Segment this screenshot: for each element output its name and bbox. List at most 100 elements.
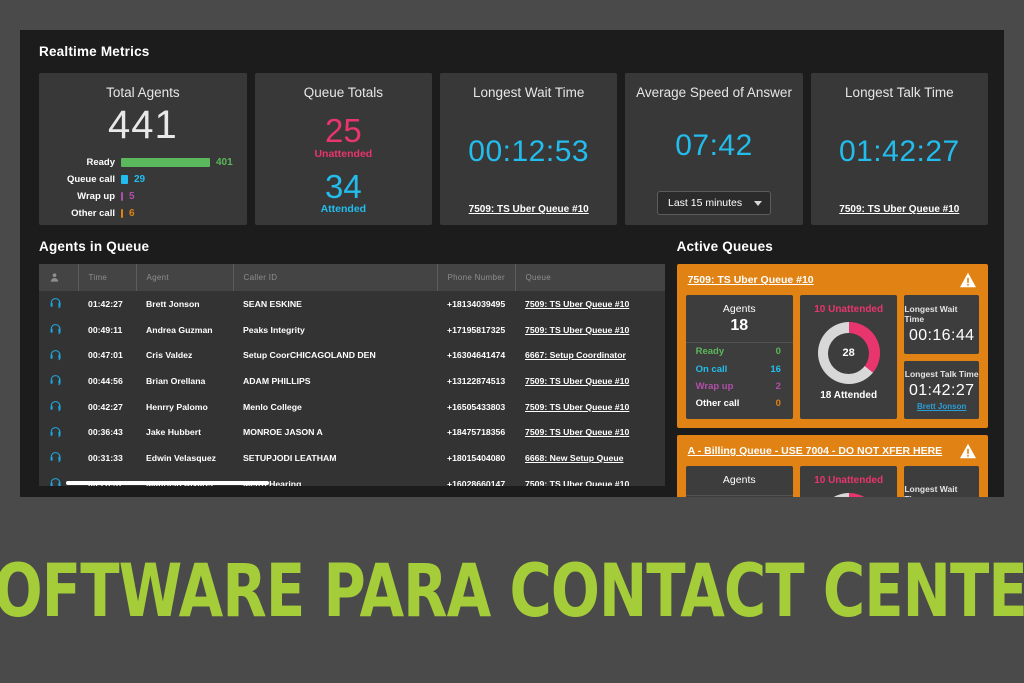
- table-row[interactable]: 00:42:27Henrry PalomoMenlo College+16505…: [39, 394, 665, 420]
- row-caller-id: SEAN ESKINE: [233, 291, 437, 317]
- lower-section: Agents in Queue Time: [20, 239, 1004, 497]
- longest-wait-queue-link[interactable]: 7509: TS Uber Queue #10: [469, 204, 589, 215]
- row-queue: 6668: New Setup Queue: [515, 445, 665, 471]
- realtime-metrics-title: Realtime Metrics: [39, 44, 1004, 59]
- active-queue-card: A - Billing Queue - USE 7004 - DO NOT XF…: [677, 435, 988, 497]
- row-queue-link[interactable]: 7509: TS Uber Queue #10: [525, 376, 629, 386]
- queue-longest-talk-agent-link[interactable]: Brett Jonson: [917, 402, 966, 411]
- row-queue: 6667: Setup Coordinator: [515, 342, 665, 368]
- queue-longest-wait-label: Longest Wait Time: [904, 484, 979, 497]
- table-row[interactable]: 00:44:56Brian OrellanaADAM PHILLIPS+1312…: [39, 368, 665, 394]
- queue-longest-wait-label: Longest Wait Time: [904, 304, 979, 324]
- breakdown-value-ready: 401: [210, 157, 233, 168]
- queue-card-header: A - Billing Queue - USE 7004 - DO NOT XF…: [686, 443, 979, 459]
- headset-icon: [49, 451, 62, 464]
- agents-in-queue-title: Agents in Queue: [39, 239, 665, 254]
- queue-unattended-label: 10 Unattended: [814, 475, 883, 486]
- queue-unattended-label: 10 Unattended: [814, 304, 883, 315]
- column-header-time[interactable]: Time: [78, 264, 136, 291]
- queue-donut-center-value: 28: [828, 333, 869, 374]
- column-header-agent[interactable]: Agent: [136, 264, 233, 291]
- longest-talk-queue-link[interactable]: 7509: TS Uber Queue #10: [839, 204, 959, 215]
- breakdown-label-other-call: Other call: [47, 208, 121, 219]
- table-row[interactable]: 00:36:43Jake HubbertMONROE JASON A+18475…: [39, 419, 665, 445]
- column-header-status[interactable]: [39, 264, 78, 291]
- card-longest-talk-title: Longest Talk Time: [845, 85, 954, 100]
- horizontal-scrollbar[interactable]: [66, 481, 269, 485]
- row-status-cell: [39, 394, 78, 420]
- row-status-cell: [39, 445, 78, 471]
- breakdown-label-ready: Ready: [47, 157, 121, 168]
- queue-totals-attended-value: 34: [325, 169, 362, 205]
- row-status-cell: [39, 368, 78, 394]
- row-phone-number: +16028660147: [437, 471, 515, 486]
- row-agent: Andrea Guzman: [136, 317, 233, 343]
- active-queue-card: 7509: TS Uber Queue #10Agents18Ready0On …: [677, 264, 988, 428]
- table-row[interactable]: 00:31:33Edwin VelasquezSETUPJODI LEATHAM…: [39, 445, 665, 471]
- queue-stat-label: On call: [696, 364, 728, 375]
- realtime-metrics-header: Realtime Metrics: [20, 30, 1004, 59]
- row-queue-link[interactable]: 6668: New Setup Queue: [525, 453, 624, 463]
- agents-in-queue-header: Agents in Queue: [39, 239, 665, 254]
- row-agent: Cris Valdez: [136, 342, 233, 368]
- headset-icon: [49, 400, 62, 413]
- queue-card-body: Agents 10 Unattended Longest Wait Time: [686, 466, 979, 497]
- breakdown-bar-queue-call: [121, 175, 128, 184]
- queue-card-body: Agents18Ready0On call16Wrap up2Other cal…: [686, 295, 979, 419]
- row-agent: Jake Hubbert: [136, 419, 233, 445]
- row-queue-link[interactable]: 6667: Setup Coordinator: [525, 350, 626, 360]
- metrics-row: Total Agents 441 Ready 401 Queue call 29…: [20, 59, 1004, 225]
- row-phone-number: +16304641474: [437, 342, 515, 368]
- row-queue-link[interactable]: 7509: TS Uber Queue #10: [525, 402, 629, 412]
- queue-stat-label: Ready: [696, 346, 725, 357]
- queue-card-title[interactable]: A - Billing Queue - USE 7004 - DO NOT XF…: [688, 445, 943, 457]
- column-header-phone-number[interactable]: Phone Number: [437, 264, 515, 291]
- queue-agents-panel: Agents: [686, 466, 793, 497]
- card-average-speed-of-answer: Average Speed of Answer 07:42 Last 15 mi…: [625, 73, 802, 225]
- headset-icon: [49, 297, 62, 310]
- card-total-agents-title: Total Agents: [106, 85, 180, 100]
- queue-attended-label: 18 Attended: [820, 390, 877, 401]
- row-queue-link[interactable]: 7509: TS Uber Queue #10: [525, 479, 629, 486]
- queue-card-header: 7509: TS Uber Queue #10: [686, 272, 979, 288]
- active-queues-list: 7509: TS Uber Queue #10Agents18Ready0On …: [677, 264, 988, 497]
- row-agent: Brian Orellana: [136, 368, 233, 394]
- breakdown-value-queue-call: 29: [128, 174, 145, 185]
- row-time: 00:31:33: [78, 445, 136, 471]
- time-range-dropdown-value: Last 15 minutes: [668, 197, 742, 209]
- row-agent: Brett Jonson: [136, 291, 233, 317]
- promo-banner-text: SOFTWARE PARA CONTACT CENTER: [0, 547, 1024, 633]
- row-time: 00:36:43: [78, 419, 136, 445]
- row-queue-link[interactable]: 7509: TS Uber Queue #10: [525, 325, 629, 335]
- queue-card-title[interactable]: 7509: TS Uber Queue #10: [688, 274, 814, 286]
- queue-stat-label: Other call: [696, 398, 740, 409]
- row-caller-id: Peaks Integrity: [233, 317, 437, 343]
- queue-agents-panel: Agents18Ready0On call16Wrap up2Other cal…: [686, 295, 793, 419]
- time-range-dropdown[interactable]: Last 15 minutes: [657, 191, 771, 215]
- table-row[interactable]: 00:47:01Cris ValdezSetup CoorCHICAGOLAND…: [39, 342, 665, 368]
- column-header-caller-id[interactable]: Caller ID: [233, 264, 437, 291]
- warning-icon: [959, 272, 977, 288]
- queue-stat-row: Ready0: [686, 343, 793, 360]
- row-time: 00:47:01: [78, 342, 136, 368]
- row-queue: 7509: TS Uber Queue #10: [515, 419, 665, 445]
- headset-icon: [49, 349, 62, 362]
- queue-totals-unattended-label: Unattended: [314, 148, 372, 160]
- table-row[interactable]: 00:49:11Andrea GuzmanPeaks Integrity+171…: [39, 317, 665, 343]
- column-header-queue[interactable]: Queue: [515, 264, 665, 291]
- queue-agents-value: 18: [686, 317, 793, 335]
- headset-icon: [49, 323, 62, 336]
- queue-panel-divider: [686, 495, 793, 496]
- queue-stat-value: 0: [776, 398, 781, 409]
- table-row[interactable]: 01:42:27Brett JonsonSEAN ESKINE+18134039…: [39, 291, 665, 317]
- row-status-cell: [39, 317, 78, 343]
- queue-longest-talk-panel: Longest Talk Time01:42:27Brett Jonson: [904, 361, 979, 420]
- agents-table-head: Time Agent Caller ID Phone Number Queue: [39, 264, 665, 291]
- card-longest-wait-time: Longest Wait Time 00:12:53 7509: TS Uber…: [440, 73, 617, 225]
- queue-totals-unattended-value: 25: [325, 113, 362, 149]
- row-phone-number: +18134039495: [437, 291, 515, 317]
- row-queue-link[interactable]: 7509: TS Uber Queue #10: [525, 299, 629, 309]
- screenshot-root: Realtime Metrics Total Agents 441 Ready …: [0, 0, 1024, 683]
- row-queue-link[interactable]: 7509: TS Uber Queue #10: [525, 427, 629, 437]
- card-queue-totals: Queue Totals 25 Unattended 34 Attended: [255, 73, 432, 225]
